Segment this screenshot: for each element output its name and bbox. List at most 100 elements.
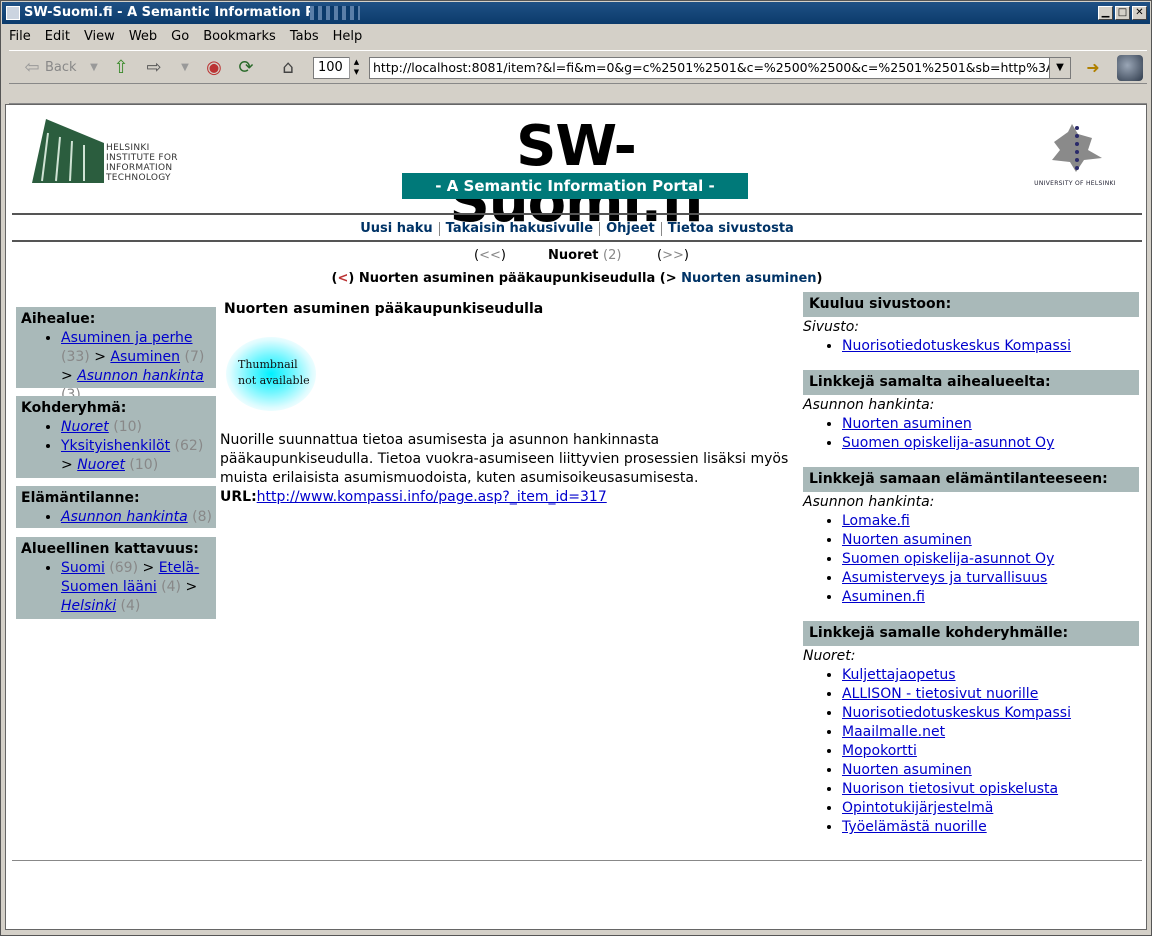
page-content: HELSINKI INSTITUTE FOR INFORMATION TECHN… bbox=[5, 104, 1147, 930]
browser-window: SW-Suomi.fi - A Semantic Information Por… bbox=[0, 0, 1152, 936]
reload-icon[interactable]: ⟳ bbox=[235, 57, 257, 79]
facet-path: Suomi (69) > Etelä-Suomen lääni (4) > He… bbox=[61, 559, 212, 616]
zoom-spinner[interactable]: ▲ ▼ bbox=[349, 57, 363, 79]
related-link-item: Opintotukijärjestelmä bbox=[842, 799, 1139, 818]
footer-divider bbox=[12, 860, 1142, 861]
stop-icon[interactable]: ◉ bbox=[203, 57, 225, 79]
back-arrow-icon[interactable]: ⇦ bbox=[21, 57, 43, 79]
facet-link[interactable]: Suomi bbox=[61, 560, 105, 576]
facet-link[interactable]: Yksityishenkilöt bbox=[61, 438, 170, 454]
related-link-item: Nuorten asuminen bbox=[842, 415, 1139, 434]
up-arrow-icon[interactable]: ⇧ bbox=[110, 57, 132, 79]
related-link[interactable]: Asumisterveys ja turvallisuus bbox=[842, 570, 1047, 586]
related-link[interactable]: Nuorisotiedotuskeskus Kompassi bbox=[842, 338, 1071, 354]
facet-link[interactable]: Asuminen bbox=[110, 349, 180, 365]
breadcrumb-prev[interactable]: < bbox=[337, 271, 348, 286]
section-header: Kuuluu sivustoon: bbox=[803, 292, 1139, 317]
url-field[interactable]: http://localhost:8081/item?&l=fi&m=0&g=c… bbox=[369, 57, 1059, 79]
links-same-target-group: Linkkejä samalle kohderyhmälle: Nuoret: … bbox=[803, 621, 1139, 837]
related-link[interactable]: Opintotukijärjestelmä bbox=[842, 800, 993, 816]
forward-arrow-icon[interactable]: ⇨ bbox=[143, 57, 165, 79]
facet-link[interactable]: Asunnon hankinta bbox=[61, 509, 188, 525]
facet-link[interactable]: Asuminen ja perhe bbox=[61, 330, 193, 346]
related-link[interactable]: Nuorison tietosivut opiskelusta bbox=[842, 781, 1058, 797]
related-link[interactable]: Lomake.fi bbox=[842, 513, 910, 529]
menu-web[interactable]: Web bbox=[122, 26, 164, 48]
header-divider bbox=[12, 213, 1142, 215]
section-header: Linkkejä samalle kohderyhmälle: bbox=[803, 621, 1139, 646]
section-subheader: Sivusto: bbox=[803, 319, 859, 335]
item-url-link[interactable]: http://www.kompassi.info/page.asp?_item_… bbox=[257, 489, 607, 505]
facet-title: Alueellinen kattavuus: bbox=[21, 541, 199, 557]
item-description: Nuorille suunnattua tietoa asumisesta ja… bbox=[220, 432, 789, 486]
hiit-logo[interactable]: HELSINKI INSTITUTE FOR INFORMATION TECHN… bbox=[28, 113, 188, 188]
facet-count: (4) bbox=[116, 598, 141, 614]
maximize-button[interactable]: □ bbox=[1115, 6, 1130, 20]
close-button[interactable]: ✕ bbox=[1132, 6, 1147, 20]
facet-link[interactable]: Nuoret bbox=[77, 457, 125, 473]
nav-help[interactable]: Ohjeet bbox=[606, 221, 655, 236]
menu-tabs[interactable]: Tabs bbox=[283, 26, 326, 48]
menu-help[interactable]: Help bbox=[326, 26, 370, 48]
hiit-logo-mark bbox=[32, 119, 104, 183]
throbber-icon bbox=[1117, 55, 1143, 81]
next-item-link[interactable]: (>>) bbox=[657, 248, 689, 263]
go-icon[interactable]: ➜ bbox=[1081, 57, 1105, 79]
facet-path: Asuminen ja perhe (33) > Asuminen (7) > … bbox=[61, 329, 212, 405]
breadcrumb-next[interactable]: Nuorten asuminen bbox=[681, 271, 816, 286]
forward-history-dropdown-icon[interactable]: ▼ bbox=[174, 57, 196, 79]
related-link[interactable]: Maailmalle.net bbox=[842, 724, 945, 740]
nav-back-to-search[interactable]: Takaisin hakusivulle bbox=[446, 221, 593, 236]
related-link-item: Asuminen.fi bbox=[842, 588, 1139, 607]
facet-count: (69) bbox=[104, 560, 139, 576]
url-dropdown-icon[interactable]: ▼ bbox=[1049, 57, 1071, 79]
related-link-item: Kuljettajaopetus bbox=[842, 666, 1139, 685]
related-link-item: Nuorten asuminen bbox=[842, 531, 1139, 550]
related-link[interactable]: Suomen opiskelija-asunnot Oy bbox=[842, 551, 1054, 567]
section-header: Linkkejä samaan elämäntilanteeseen: bbox=[803, 467, 1139, 492]
links-same-life-situation: Linkkejä samaan elämäntilanteeseen: Asun… bbox=[803, 467, 1139, 607]
back-history-dropdown-icon[interactable]: ▼ bbox=[83, 57, 105, 79]
url-label: URL: bbox=[220, 489, 257, 505]
related-link[interactable]: Suomen opiskelija-asunnot Oy bbox=[842, 435, 1054, 451]
related-link[interactable]: Kuljettajaopetus bbox=[842, 667, 956, 683]
links-same-topic: Linkkejä samalta aihealueelta: Asunnon h… bbox=[803, 370, 1139, 453]
facet-title: Aihealue: bbox=[21, 311, 96, 327]
related-link[interactable]: Nuorten asuminen bbox=[842, 532, 972, 548]
menu-bookmarks[interactable]: Bookmarks bbox=[196, 26, 283, 48]
facet-path: Yksityishenkilöt (62) > Nuoret (10) bbox=[61, 437, 212, 475]
related-link-item: Mopokortti bbox=[842, 742, 1139, 761]
section-subheader: Asunnon hankinta: bbox=[803, 494, 935, 510]
nav-new-search[interactable]: Uusi haku bbox=[360, 221, 432, 236]
belongs-to-site: Kuuluu sivustoon: Sivusto: Nuorisotiedot… bbox=[803, 292, 1139, 356]
related-link-item: Nuorisotiedotuskeskus Kompassi bbox=[842, 704, 1139, 723]
menu-file[interactable]: File bbox=[2, 26, 38, 48]
related-link[interactable]: Nuorten asuminen bbox=[842, 416, 972, 432]
related-link[interactable]: Nuorisotiedotuskeskus Kompassi bbox=[842, 705, 1071, 721]
menu-view[interactable]: View bbox=[77, 26, 122, 48]
facet-link[interactable]: Nuoret bbox=[61, 419, 109, 435]
facet-separator: > bbox=[61, 368, 78, 384]
facet-link[interactable]: Helsinki bbox=[61, 598, 116, 614]
facet-regional-coverage: Alueellinen kattavuus: Suomi (69) > Etel… bbox=[16, 537, 216, 619]
facet-title: Elämäntilanne: bbox=[21, 490, 140, 506]
nav-about[interactable]: Tietoa sivustosta bbox=[668, 221, 794, 236]
university-of-helsinki-logo[interactable]: UNIVERSITY OF HELSINKI bbox=[1032, 120, 1118, 190]
related-link[interactable]: Mopokortti bbox=[842, 743, 917, 759]
prev-item-link[interactable]: (<<) bbox=[474, 248, 506, 263]
facet-separator: > bbox=[89, 349, 111, 365]
home-icon[interactable]: ⌂ bbox=[277, 57, 299, 79]
facet-link[interactable]: Asunnon hankinta bbox=[77, 368, 204, 384]
menu-edit[interactable]: Edit bbox=[38, 26, 77, 48]
related-link[interactable]: Asuminen.fi bbox=[842, 589, 925, 605]
back-button-label[interactable]: Back bbox=[45, 56, 77, 80]
top-navigation: Uusi haku Takaisin hakusivulle Ohjeet Tieto… bbox=[6, 221, 1146, 236]
related-link[interactable]: ALLISON - tietosivut nuorille bbox=[842, 686, 1038, 702]
title-bar: SW-Suomi.fi - A Semantic Information Por… bbox=[2, 2, 1150, 24]
menu-go[interactable]: Go bbox=[164, 26, 196, 48]
related-link[interactable]: Nuorten asuminen bbox=[842, 762, 972, 778]
facet-path: Asunnon hankinta (8) bbox=[61, 508, 212, 527]
minimize-button[interactable]: ▁ bbox=[1098, 6, 1113, 20]
item-breadcrumb: (<) Nuorten asuminen pääkaupunkiseudulla… bbox=[331, 271, 823, 286]
related-link[interactable]: Työelämästä nuorille bbox=[842, 819, 987, 835]
